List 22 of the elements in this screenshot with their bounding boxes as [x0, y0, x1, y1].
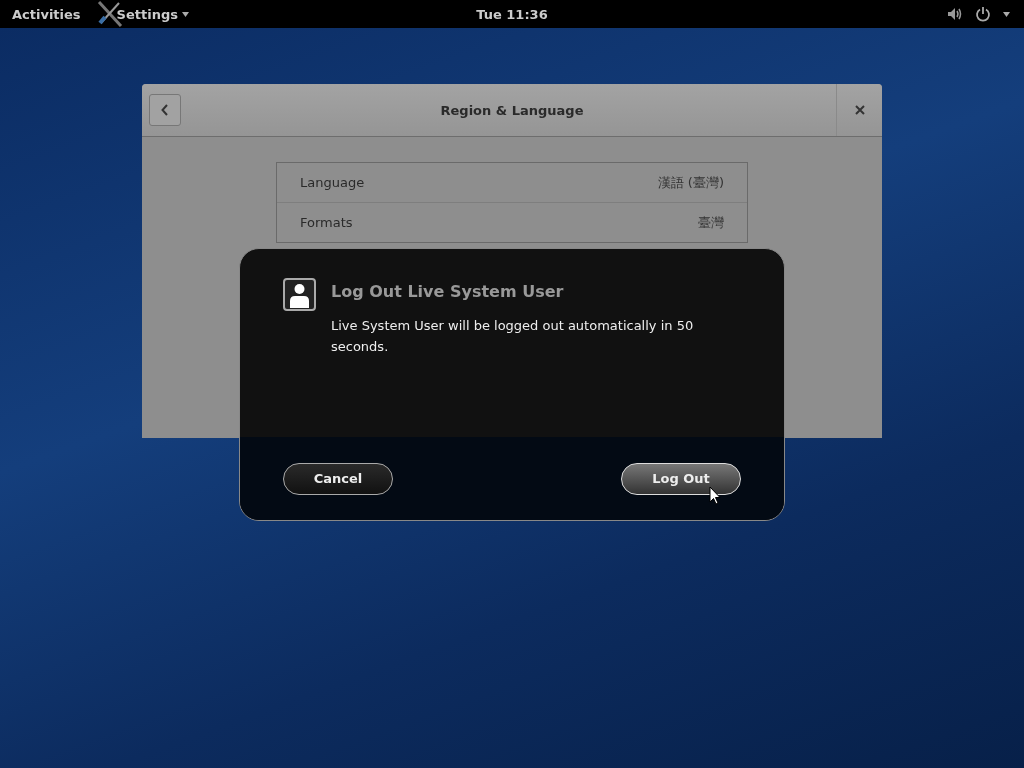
back-button[interactable] — [149, 94, 181, 126]
window-title: Region & Language — [440, 102, 584, 118]
row-value: 臺灣 — [698, 213, 724, 232]
app-menu[interactable]: Settings — [116, 6, 178, 22]
row-value: 漢語 (臺灣) — [657, 173, 724, 192]
cancel-button[interactable]: Cancel — [283, 462, 393, 495]
dropdown-arrow-icon[interactable] — [1003, 11, 1010, 17]
settings-row[interactable]: Formats 臺灣 — [277, 202, 747, 242]
log-out-button[interactable]: Log Out — [621, 462, 741, 495]
settings-row[interactable]: Language 漢語 (臺灣) — [277, 163, 747, 202]
dialog-message: Live System User will be logged out automatically in 50 seconds. — [331, 317, 695, 356]
clock[interactable]: Tue 11:36 — [476, 6, 548, 22]
user-avatar-icon — [283, 278, 316, 311]
activities-button[interactable]: Activities — [12, 6, 81, 22]
dialog-title: Log Out Live System User — [331, 282, 565, 301]
power-icon[interactable] — [975, 6, 991, 22]
dropdown-arrow-icon — [181, 11, 189, 17]
mouse-pointer-icon — [709, 486, 721, 505]
row-label: Language — [300, 175, 365, 190]
close-icon — [854, 105, 865, 115]
volume-icon[interactable] — [947, 7, 963, 21]
row-label: Formats — [300, 215, 353, 230]
